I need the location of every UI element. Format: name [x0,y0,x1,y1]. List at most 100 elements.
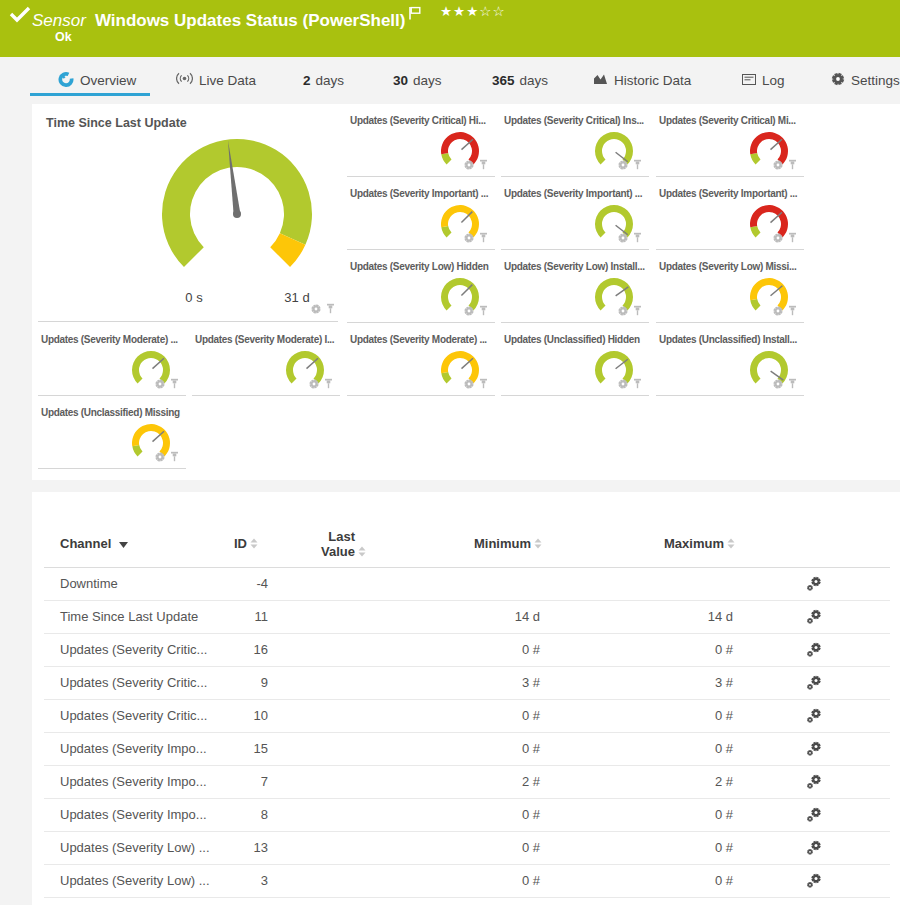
gauge-tile-label: Updates (Severity Important) ... [504,188,642,199]
channel-settings-icon[interactable] [806,774,822,794]
gauge-tile-time-since-last-update: Time Since Last Update 0 s 31 d [38,105,338,322]
gauge-max-label: 31 d [284,290,309,305]
channel-name[interactable]: Downtime [60,568,118,600]
channel-row[interactable]: Updates (Severity Low) ...130 #0 # [44,832,890,865]
gauge-tile-label: Updates (Severity Moderate) I... [195,334,334,345]
tile-gear-icon[interactable] [618,229,628,247]
gauge-tile: Updates (Severity Critical) Mi... [656,105,804,177]
channel-row[interactable]: Updates (Severity Impo...72 #2 # [44,766,890,799]
tile-pin-icon[interactable] [478,156,489,174]
tile-pin-icon[interactable] [169,448,180,466]
channel-row[interactable]: Updates (Severity Critic...160 #0 # [44,634,890,667]
tile-pin-icon[interactable] [169,375,180,393]
channel-minimum: 0 # [424,733,540,765]
tile-pin-icon[interactable] [323,375,334,393]
tile-pin-icon[interactable] [632,156,643,174]
status-check-icon [8,5,32,29]
tile-pin-icon[interactable] [325,300,336,318]
tile-pin-icon[interactable] [787,375,798,393]
channel-settings-icon[interactable] [806,873,822,893]
channel-maximum: 0 # [617,634,733,666]
channel-settings-icon[interactable] [806,675,822,695]
tile-gear-icon[interactable] [155,448,165,466]
channel-row[interactable]: Time Since Last Update1114 d14 d [44,601,890,634]
tile-pin-icon[interactable] [478,375,489,393]
tile-gear-icon[interactable] [618,156,628,174]
gauge-tile: Updates (Severity Low) Hidden [347,251,495,323]
channel-row[interactable]: Downtime-4 [44,568,890,601]
tile-pin-icon[interactable] [478,302,489,320]
channel-settings-icon[interactable] [806,576,822,596]
channel-minimum: 2 # [424,766,540,798]
gauge-icon [58,71,74,90]
column-header-id[interactable]: ID [188,536,258,551]
channel-id: 13 [174,832,268,864]
tile-gear-icon[interactable] [773,302,783,320]
tile-pin-icon[interactable] [478,229,489,247]
channel-id: 7 [174,766,268,798]
channels-table-panel: Channel ID LastValue Minimum Maximum Dow… [32,492,900,905]
channel-id: 15 [174,733,268,765]
channel-minimum: 0 # [424,832,540,864]
gauge-tile: Updates (Severity Critical) Ins... [501,105,649,177]
channel-id: 9 [174,667,268,699]
tab-365-days[interactable]: 365days [492,69,548,91]
tile-gear-icon[interactable] [773,229,783,247]
channel-id: 8 [174,799,268,831]
tab-overview[interactable]: Overview [58,69,136,91]
tile-pin-icon[interactable] [787,302,798,320]
tile-pin-icon[interactable] [787,156,798,174]
priority-rating[interactable]: ★★★☆☆ [440,3,506,19]
column-header-minimum[interactable]: Minimum [442,536,542,551]
page: { "header": { "kind_label": "Sensor", "t… [0,0,900,905]
tab-log[interactable]: Log [742,69,785,91]
sensor-header: Sensor Windows Updates Status (PowerShell… [0,0,900,57]
flag-icon[interactable] [409,5,422,25]
area-chart-icon [593,73,608,88]
channel-settings-icon[interactable] [806,840,822,860]
channel-settings-icon[interactable] [806,807,822,827]
tile-gear-icon[interactable] [464,229,474,247]
tab-live-data[interactable]: Live Data [176,69,256,91]
channel-row[interactable]: Updates (Severity Critic...100 #0 # [44,700,890,733]
tab-30-days[interactable]: 30days [393,69,442,91]
tile-gear-icon[interactable] [464,302,474,320]
object-kind-label: Sensor [32,11,86,30]
page-title: Windows Updates Status (PowerShell) [95,11,406,30]
tile-pin-icon[interactable] [632,375,643,393]
tile-gear-icon[interactable] [464,375,474,393]
tile-gear-icon[interactable] [618,302,628,320]
tile-pin-icon[interactable] [632,229,643,247]
gauge-tile-label: Updates (Unclassified) Missing [41,407,180,418]
tile-gear-icon[interactable] [311,300,321,318]
channel-row[interactable]: Updates (Severity Impo...80 #0 # [44,799,890,832]
tab-2-days[interactable]: 2days [303,69,344,91]
broadcast-icon [176,72,193,88]
channel-row[interactable]: Updates (Severity Critic...93 #3 # [44,667,890,700]
channel-settings-icon[interactable] [806,642,822,662]
gauge-tile: Updates (Severity Critical) Hi... [347,105,495,177]
tile-pin-icon[interactable] [632,302,643,320]
gauge-tile-label: Updates (Unclassified) Hidden [504,334,640,345]
tile-gear-icon[interactable] [773,375,783,393]
tile-gear-icon[interactable] [464,156,474,174]
tile-pin-icon[interactable] [787,229,798,247]
tab-settings[interactable]: Settings [831,69,900,91]
channel-row[interactable]: Updates (Severity Low) ...30 #0 # [44,865,890,898]
channel-row[interactable]: Updates (Severity Impo...150 #0 # [44,733,890,766]
column-header-last-value[interactable]: LastValue [282,529,366,559]
tile-gear-icon[interactable] [773,156,783,174]
tile-gear-icon[interactable] [618,375,628,393]
column-header-channel[interactable]: Channel [60,536,128,551]
channel-settings-icon[interactable] [806,609,822,629]
column-header-maximum[interactable]: Maximum [635,536,735,551]
gauge-tile-label: Updates (Severity Low) Missi... [659,261,796,272]
channel-settings-icon[interactable] [806,741,822,761]
tab-historic-data[interactable]: Historic Data [593,69,691,91]
active-tab-indicator [30,93,150,96]
tile-gear-icon[interactable] [309,375,319,393]
tile-gear-icon[interactable] [155,375,165,393]
gauge-tile-label: Updates (Unclassified) Install... [659,334,797,345]
channel-settings-icon[interactable] [806,708,822,728]
gauge-tile: Updates (Unclassified) Install... [656,324,804,396]
